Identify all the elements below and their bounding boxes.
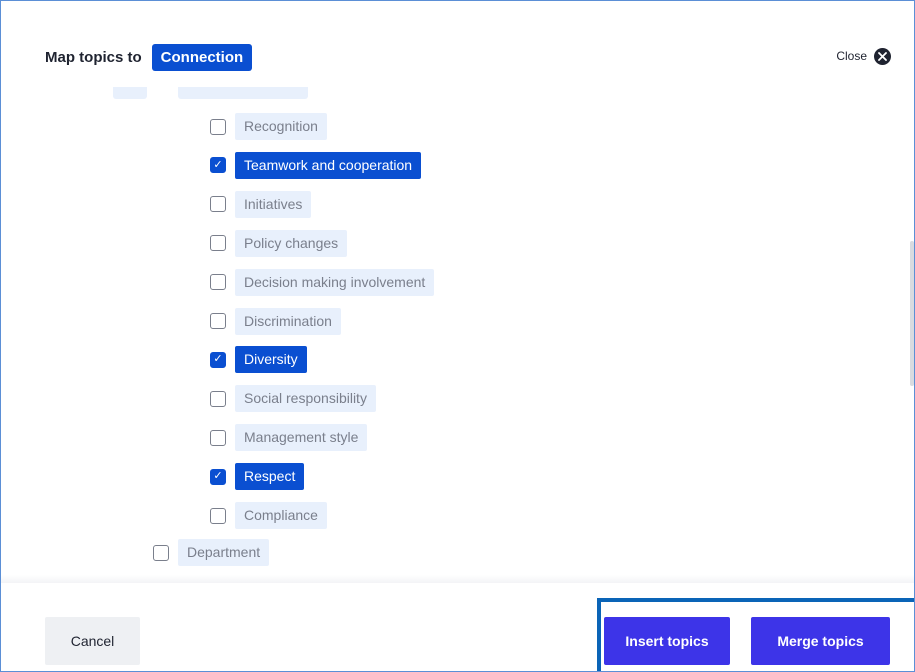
topic-tag[interactable]: Diversity	[235, 346, 307, 374]
topic-row[interactable]: Department	[153, 539, 270, 566]
topic-row[interactable]: Compliance	[210, 502, 327, 529]
checkbox-unchecked[interactable]	[153, 544, 169, 561]
topic-tag[interactable]: Initiatives	[235, 190, 312, 218]
checkbox-unchecked[interactable]	[210, 196, 226, 213]
cancel-button[interactable]: Cancel	[45, 617, 140, 665]
topic-row[interactable]: Social responsibility	[210, 385, 376, 413]
topic-row[interactable]: Discrimination	[210, 307, 341, 335]
map-topics-dialog: Map topics to Connection Close Recogniti…	[0, 0, 915, 672]
check-icon: ✓	[213, 470, 223, 483]
topic-tag[interactable]: Recognition	[235, 113, 327, 140]
checkbox-unchecked[interactable]	[210, 313, 226, 329]
topic-tag[interactable]: Compliance	[235, 502, 327, 529]
topic-tag[interactable]: Discrimination	[235, 307, 341, 335]
insert-topics-button[interactable]: Insert topics	[604, 617, 730, 665]
clipped-checkbox	[113, 87, 147, 99]
checkbox-checked[interactable]: ✓	[210, 351, 226, 368]
topic-row[interactable]: ✓ Teamwork and cooperation	[210, 151, 422, 179]
checkbox-unchecked[interactable]	[210, 235, 226, 252]
topic-tag[interactable]: Department	[178, 539, 270, 566]
topic-row[interactable]: Decision making involvement	[210, 268, 435, 296]
merge-topics-button[interactable]: Merge topics	[751, 617, 890, 665]
checkbox-checked[interactable]: ✓	[210, 468, 226, 485]
topic-row[interactable]: Initiatives	[210, 190, 312, 218]
checkbox-unchecked[interactable]	[210, 429, 226, 446]
topic-tag[interactable]: Respect	[235, 463, 305, 491]
checkbox-unchecked[interactable]	[210, 507, 226, 524]
topic-tag[interactable]: Teamwork and cooperation	[235, 151, 422, 179]
checkbox-unchecked[interactable]	[210, 390, 226, 407]
close-button[interactable]: Close	[836, 45, 891, 67]
checkbox-checked[interactable]: ✓	[210, 157, 226, 174]
dialog-title: Map topics to	[45, 48, 142, 66]
close-label: Close	[836, 49, 867, 63]
check-icon: ✓	[213, 353, 223, 366]
topic-row[interactable]: Management style	[210, 424, 368, 452]
topic-row[interactable]: ✓ Diversity	[210, 346, 307, 374]
topic-row[interactable]: ✓ Respect	[210, 463, 305, 491]
topic-tag[interactable]: Policy changes	[235, 229, 348, 257]
topic-row[interactable]: Policy changes	[210, 229, 348, 257]
topic-row[interactable]: Recognition	[210, 113, 327, 140]
topic-tag[interactable]: Social responsibility	[235, 385, 376, 413]
target-topic-badge: Connection	[151, 43, 253, 71]
check-icon: ✓	[213, 158, 223, 171]
topic-tag[interactable]: Management style	[235, 424, 368, 452]
topic-tag[interactable]: Decision making involvement	[235, 268, 435, 296]
checkbox-unchecked[interactable]	[210, 118, 226, 135]
scrollbar-thumb[interactable]	[910, 241, 914, 386]
clipped-tag	[178, 87, 308, 99]
dialog-header: Map topics to Connection	[45, 41, 253, 73]
close-icon	[874, 47, 891, 65]
checkbox-unchecked[interactable]	[210, 274, 226, 291]
